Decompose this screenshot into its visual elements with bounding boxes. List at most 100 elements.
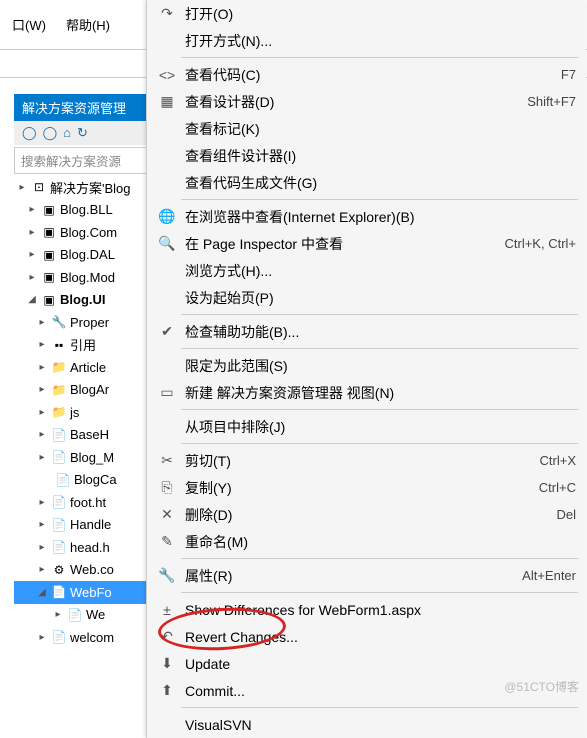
ctx-view-component[interactable]: 查看组件设计器(I) xyxy=(147,142,586,169)
node-foot[interactable]: ▸📄foot.ht xyxy=(14,491,154,514)
ctx-exclude[interactable]: 从项目中排除(J) xyxy=(147,413,586,440)
menu-help[interactable]: 帮助(H) xyxy=(56,11,120,38)
ctx-delete[interactable]: ✕删除(D)Del xyxy=(147,501,586,528)
context-menu: ↷打开(O) 打开方式(N)... <>查看代码(C)F7 ▦查看设计器(D)S… xyxy=(146,0,586,738)
ctx-browse-with[interactable]: 浏览方式(H)... xyxy=(147,257,586,284)
forward-icon[interactable]: ◯ xyxy=(43,125,58,141)
project-mod[interactable]: ▸▣Blog.Mod xyxy=(14,266,154,289)
separator xyxy=(181,199,578,200)
file-icon: 📄 xyxy=(51,450,67,464)
folder-icon: 📁 xyxy=(51,360,67,374)
update-icon: ⬇ xyxy=(155,655,179,672)
separator xyxy=(181,348,578,349)
separator xyxy=(181,443,578,444)
ctx-svn-update[interactable]: ⬇Update xyxy=(147,650,586,677)
folder-icon: 📁 xyxy=(51,383,67,397)
ctx-check-accessibility[interactable]: ✔检查辅助功能(B)... xyxy=(147,318,586,345)
aspx-icon: 📄 xyxy=(51,585,67,599)
node-webco[interactable]: ▸⚙Web.co xyxy=(14,559,154,582)
panel-title: 解决方案资源管理 xyxy=(14,94,154,121)
separator xyxy=(181,558,578,559)
node-blogar[interactable]: ▸📁BlogAr xyxy=(14,379,154,402)
solution-root[interactable]: ▸⊡解决方案'Blog xyxy=(14,176,154,199)
ctx-open[interactable]: ↷打开(O) xyxy=(147,0,586,27)
ctx-view-code[interactable]: <>查看代码(C)F7 xyxy=(147,61,586,88)
separator xyxy=(181,409,578,410)
file-icon: 📄 xyxy=(51,518,67,532)
home-icon[interactable]: ⌂ xyxy=(63,125,71,141)
commit-icon: ⬆ xyxy=(155,682,179,699)
ctx-open-with[interactable]: 打开方式(N)... xyxy=(147,27,586,54)
cut-icon: ✂ xyxy=(155,452,179,469)
ctx-svn-revert[interactable]: ↶Revert Changes... xyxy=(147,623,586,650)
ctx-view-in-browser[interactable]: 🌐在浏览器中查看(Internet Explorer)(B) xyxy=(147,203,586,230)
file-icon: 📄 xyxy=(51,540,67,554)
node-blogm[interactable]: ▸📄Blog_M xyxy=(14,446,154,469)
ctx-view-designer[interactable]: ▦查看设计器(D)Shift+F7 xyxy=(147,88,586,115)
file-icon: 📄 xyxy=(51,428,67,442)
ctx-scope-to[interactable]: 限定为此范围(S) xyxy=(147,352,586,379)
solution-icon: ⊡ xyxy=(31,180,47,194)
search-input[interactable]: 搜索解决方案资源 xyxy=(14,147,154,174)
ctx-page-inspector[interactable]: 🔍在 Page Inspector 中查看Ctrl+K, Ctrl+ xyxy=(147,230,586,257)
project-com[interactable]: ▸▣Blog.Com xyxy=(14,221,154,244)
ctx-svn-diff[interactable]: ±Show Differences for WebForm1.aspx xyxy=(147,596,586,623)
config-icon: ⚙ xyxy=(51,563,67,577)
node-we[interactable]: ▸📄We xyxy=(14,604,154,627)
watermark: @51CTO博客 xyxy=(504,678,579,695)
separator xyxy=(181,592,578,593)
ctx-rename[interactable]: ✎重命名(M) xyxy=(147,528,586,555)
node-head[interactable]: ▸📄head.h xyxy=(14,536,154,559)
ctx-set-start[interactable]: 设为起始页(P) xyxy=(147,284,586,311)
refresh-icon[interactable]: ↻ xyxy=(77,125,88,141)
node-welcom[interactable]: ▸📄welcom xyxy=(14,626,154,649)
node-properties[interactable]: ▸🔧Proper xyxy=(14,311,154,334)
browser-icon: 🌐 xyxy=(155,208,179,225)
node-baseh[interactable]: ▸📄BaseH xyxy=(14,424,154,447)
ctx-properties[interactable]: 🔧属性(R)Alt+Enter xyxy=(147,562,586,589)
code-icon: <> xyxy=(155,67,179,83)
menu-window[interactable]: 口(W) xyxy=(2,11,56,38)
separator xyxy=(181,57,578,58)
wrench-icon: 🔧 xyxy=(51,315,67,329)
solution-tree: ▸⊡解决方案'Blog ▸▣Blog.BLL ▸▣Blog.Com ▸▣Blog… xyxy=(14,174,154,651)
delete-icon: ✕ xyxy=(155,506,179,523)
node-handle[interactable]: ▸📄Handle xyxy=(14,514,154,537)
folder-icon: 📁 xyxy=(51,405,67,419)
file-icon: 📄 xyxy=(55,473,71,487)
project-ui[interactable]: ◢▣Blog.UI xyxy=(14,289,154,312)
ctx-cut[interactable]: ✂剪切(T)Ctrl+X xyxy=(147,447,586,474)
ctx-visualsvn[interactable]: VisualSVN xyxy=(147,711,586,738)
ctx-view-markup[interactable]: 查看标记(K) xyxy=(147,115,586,142)
node-references[interactable]: ▸▪▪引用 xyxy=(14,334,154,357)
rename-icon: ✎ xyxy=(155,533,179,550)
revert-icon: ↶ xyxy=(155,628,179,645)
csproj-icon: ▣ xyxy=(41,270,57,284)
ctx-copy[interactable]: ⎘复制(Y)Ctrl+C xyxy=(147,474,586,501)
file-icon: 📄 xyxy=(67,608,83,622)
separator xyxy=(181,707,578,708)
accessibility-icon: ✔ xyxy=(155,323,179,340)
file-icon: 📄 xyxy=(51,630,67,644)
back-icon[interactable]: ◯ xyxy=(22,125,37,141)
project-dal[interactable]: ▸▣Blog.DAL xyxy=(14,244,154,267)
ctx-view-generated[interactable]: 查看代码生成文件(G) xyxy=(147,169,586,196)
window-icon: ▭ xyxy=(155,384,179,401)
file-icon: 📄 xyxy=(51,495,67,509)
csproj-icon: ▣ xyxy=(41,248,57,262)
project-bll[interactable]: ▸▣Blog.BLL xyxy=(14,199,154,222)
solution-explorer: 解决方案资源管理 ◯ ◯ ⌂ ↻ 搜索解决方案资源 ▸⊡解决方案'Blog ▸▣… xyxy=(14,94,154,651)
separator xyxy=(181,314,578,315)
node-webfo-selected[interactable]: ◢📄WebFo xyxy=(14,581,154,604)
designer-icon: ▦ xyxy=(155,93,179,110)
node-blogca[interactable]: 📄BlogCa xyxy=(14,469,154,492)
csproj-icon: ▣ xyxy=(41,203,57,217)
diff-icon: ± xyxy=(155,602,179,618)
csproj-icon: ▣ xyxy=(41,225,57,239)
inspector-icon: 🔍 xyxy=(155,235,179,252)
copy-icon: ⎘ xyxy=(155,479,179,496)
node-article[interactable]: ▸📁Article xyxy=(14,356,154,379)
node-js[interactable]: ▸📁js xyxy=(14,401,154,424)
open-icon: ↷ xyxy=(155,5,179,22)
ctx-new-view[interactable]: ▭新建 解决方案资源管理器 视图(N) xyxy=(147,379,586,406)
